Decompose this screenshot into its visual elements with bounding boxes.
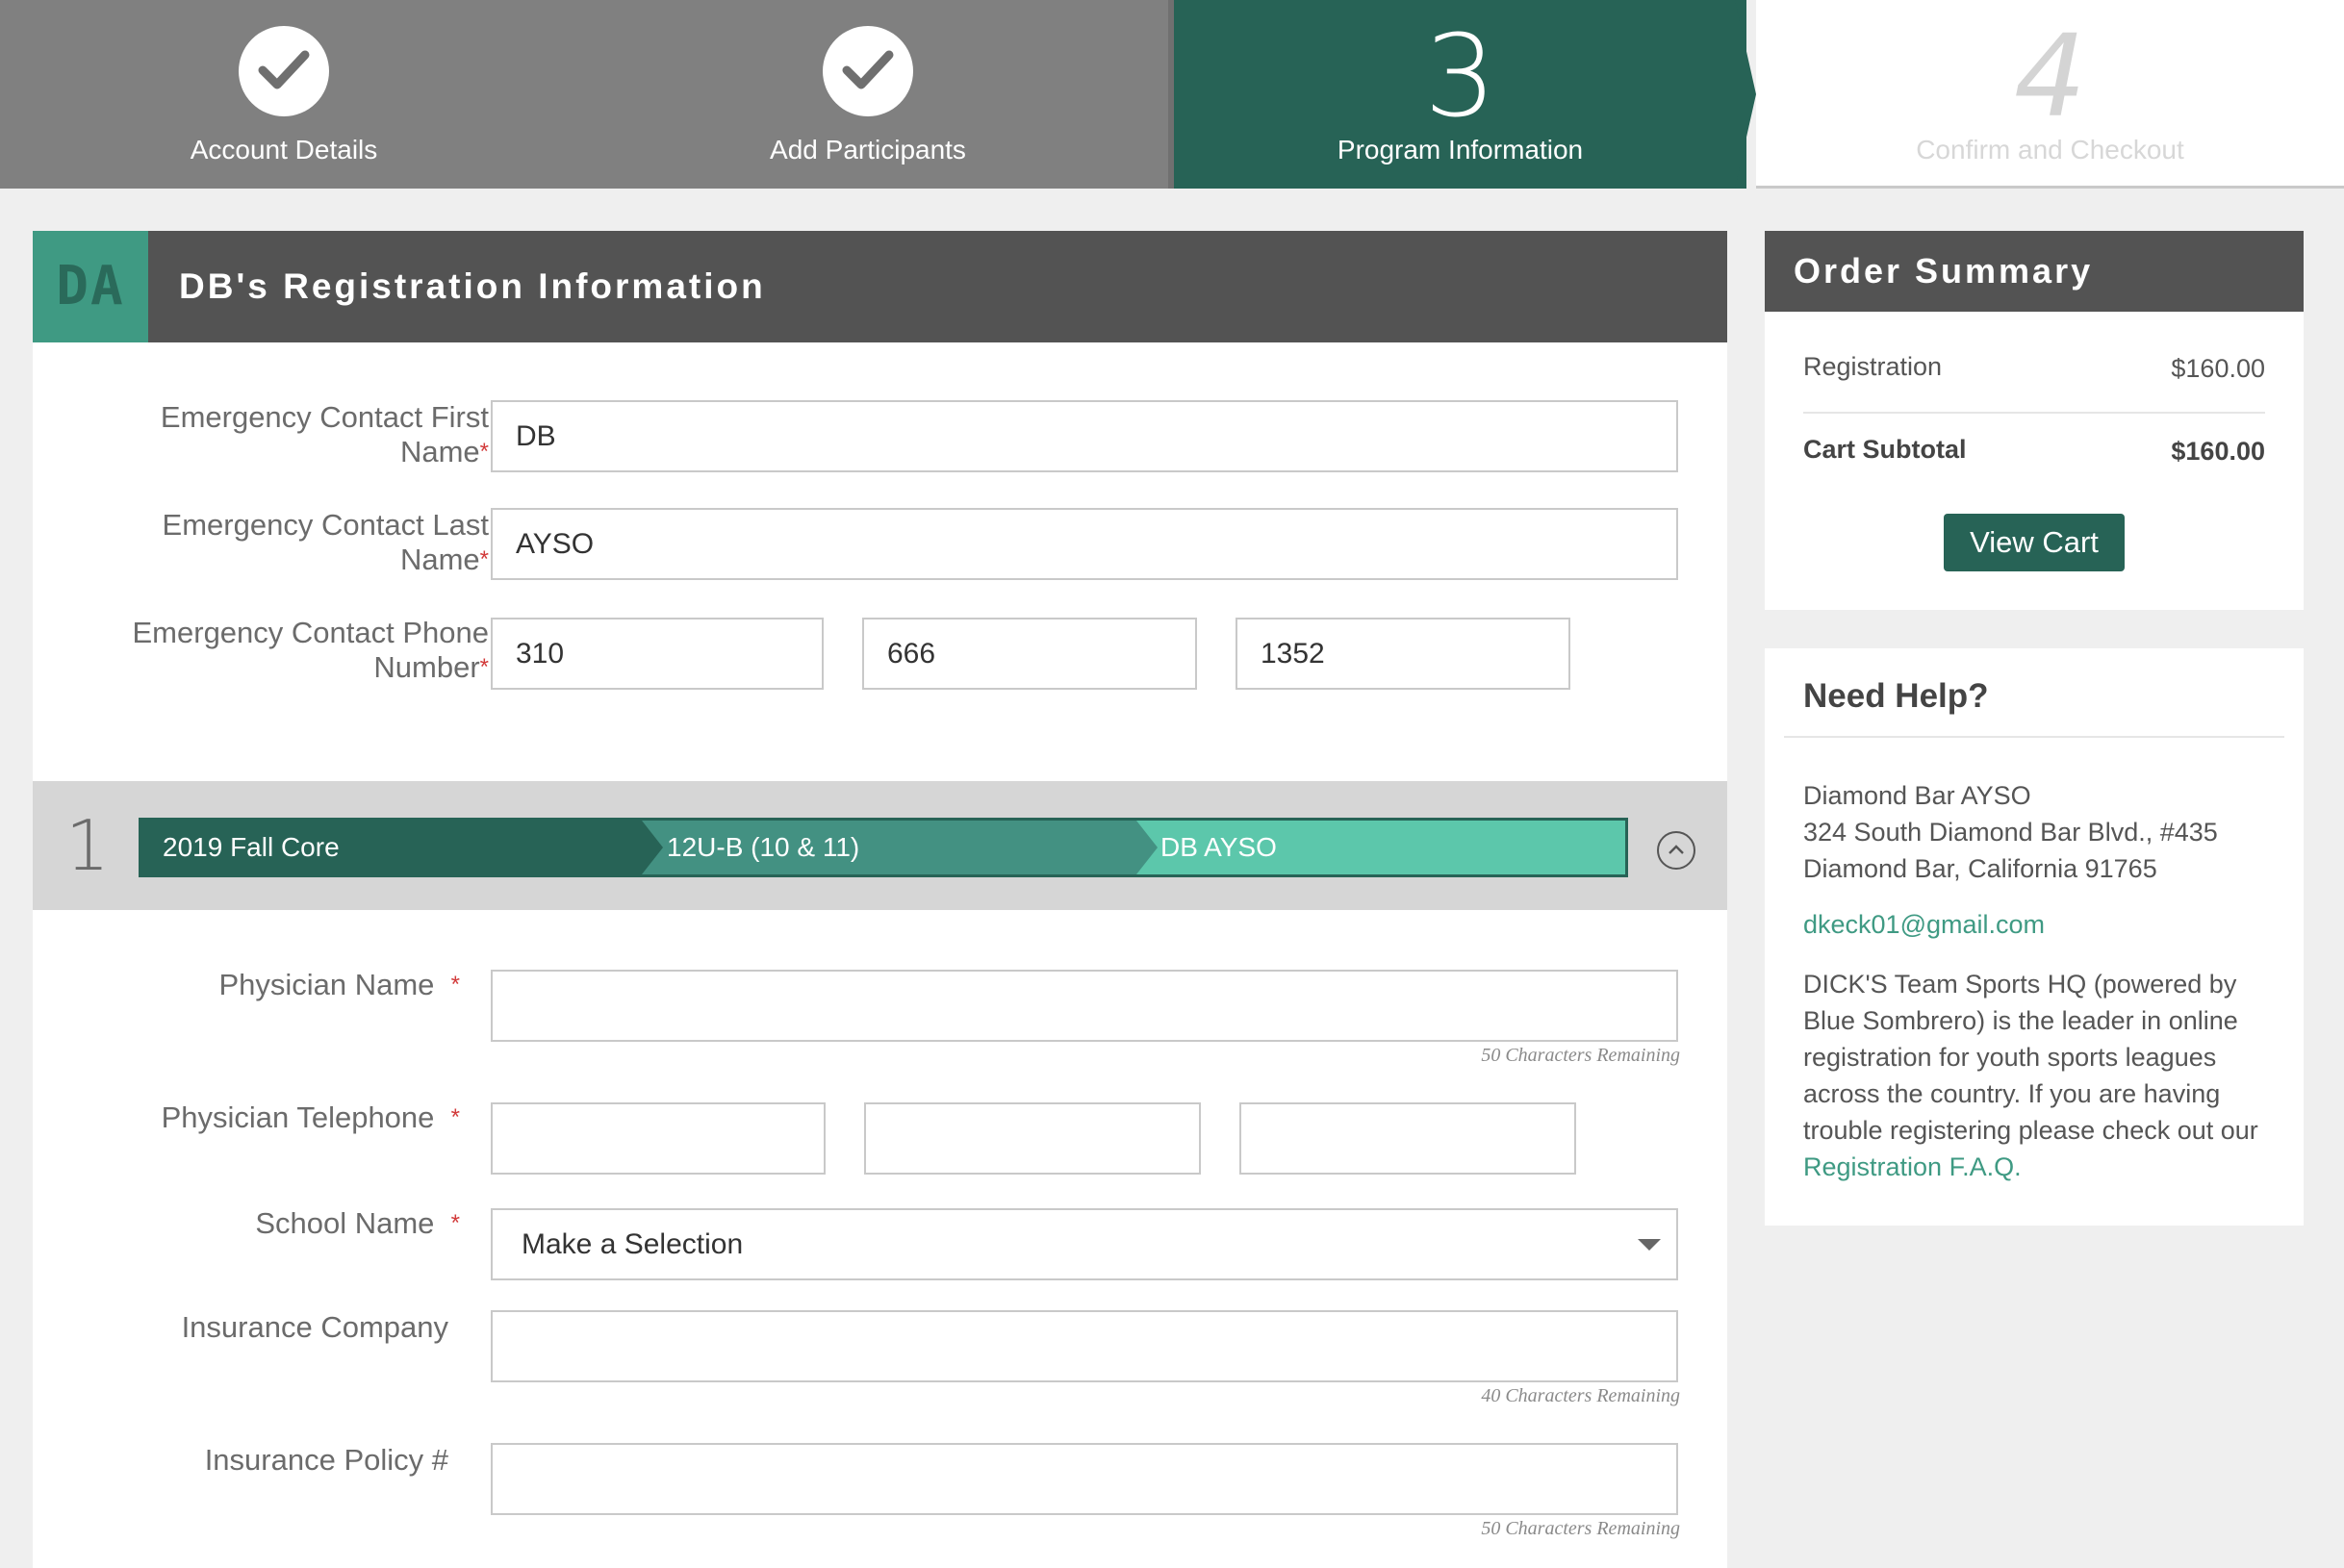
current-step-arrow	[1735, 0, 1756, 189]
school-name-label: School Name *	[255, 1206, 460, 1240]
crumb-arrow	[642, 821, 663, 874]
emergency-first-name-label: Emergency Contact First Name*	[160, 400, 489, 468]
insurance-company-label: Insurance Company	[181, 1310, 448, 1344]
need-help-panel: Need Help? Diamond Bar AYSO 324 South Di…	[1765, 648, 2304, 1226]
checkmark-icon	[239, 26, 329, 116]
step-label: Add Participants	[770, 135, 966, 164]
required-marker: *	[450, 972, 460, 998]
characters-remaining: 50 Characters Remaining	[1481, 1518, 1680, 1539]
step-label: Account Details	[190, 135, 378, 164]
emergency-last-name-input[interactable]: AYSO	[491, 508, 1678, 580]
program-index: 1	[65, 805, 110, 886]
divider	[1803, 412, 2265, 414]
step-label: Program Information	[1337, 135, 1584, 164]
view-cart-button[interactable]: View Cart	[1944, 514, 2125, 571]
physician-phone-line-input[interactable]	[1239, 1102, 1576, 1175]
step-number: 4	[2013, 10, 2087, 142]
step-add-participants[interactable]: Add Participants	[568, 0, 1174, 189]
cart-subtotal-label: Cart Subtotal	[1803, 435, 1967, 464]
emergency-last-name-label: Emergency Contact Last Name*	[162, 508, 489, 576]
order-summary-header: Order Summary	[1765, 231, 2304, 312]
physician-name-label: Physician Name *	[218, 968, 460, 1001]
chevron-up-icon	[1669, 845, 1684, 854]
caret-down-icon	[1638, 1239, 1661, 1251]
step-label: Confirm and Checkout	[1916, 135, 2184, 164]
insurance-policy-input[interactable]	[491, 1443, 1678, 1515]
page-title: DB's Registration Information	[179, 266, 766, 306]
school-name-select[interactable]: Make a Selection	[491, 1208, 1678, 1280]
divider	[1784, 736, 2284, 738]
contact-email-link[interactable]: dkeck01@gmail.com	[1803, 910, 2045, 940]
address-line-2: Diamond Bar, California 91765	[1803, 854, 2157, 883]
order-summary-panel: Order Summary Registration $160.00 Cart …	[1765, 231, 2304, 610]
emergency-phone-area-input[interactable]: 310	[491, 618, 824, 690]
required-marker: *	[479, 654, 489, 680]
order-summary-title: Order Summary	[1794, 251, 2094, 291]
emergency-phone-label: Emergency Contact Phone Number*	[132, 616, 490, 684]
help-description: DICK'S Team Sports HQ (powered by Blue S…	[1803, 966, 2275, 1185]
checkout-progress: Account Details Add Participants 3 Progr…	[0, 0, 2344, 189]
step-number: 3	[1423, 10, 1497, 142]
program-row: 1 DB AYSO 12U-B (10 & 11) 2019 Fall Core	[33, 781, 1727, 910]
school-name-selected-value: Make a Selection	[522, 1228, 744, 1260]
required-marker: *	[450, 1210, 460, 1236]
form-header: DA DB's Registration Information	[33, 231, 1727, 342]
address-line-1: 324 South Diamond Bar Blvd., #435	[1803, 818, 2218, 847]
step-account-details[interactable]: Account Details	[0, 0, 568, 189]
help-text: DICK'S Team Sports HQ (powered by Blue S…	[1803, 970, 2258, 1145]
physician-telephone-label: Physician Telephone *	[161, 1100, 460, 1134]
checkmark-icon	[823, 26, 913, 116]
participant-avatar: DA	[33, 231, 148, 342]
program-breadcrumb: DB AYSO 12U-B (10 & 11) 2019 Fall Core	[139, 818, 1628, 877]
required-marker: *	[479, 439, 489, 465]
organization-address: Diamond Bar AYSO 324 South Diamond Bar B…	[1803, 777, 2218, 887]
insurance-policy-label: Insurance Policy #	[204, 1443, 448, 1477]
insurance-company-input[interactable]	[491, 1310, 1678, 1382]
cart-subtotal-amount: $160.00	[2171, 437, 2265, 466]
physician-name-input[interactable]	[491, 970, 1678, 1042]
required-marker: *	[479, 546, 489, 572]
registration-label: Registration	[1803, 352, 1943, 381]
cart-subtotal-line: Cart Subtotal $160.00	[1803, 435, 2265, 466]
emergency-phone-line-input[interactable]: 1352	[1236, 618, 1570, 690]
registration-faq-link[interactable]: Registration F.A.Q.	[1803, 1152, 2022, 1181]
required-marker: *	[450, 1104, 460, 1130]
need-help-title: Need Help?	[1803, 677, 1989, 715]
characters-remaining: 50 Characters Remaining	[1481, 1045, 1680, 1066]
registration-line: Registration $160.00	[1803, 352, 2265, 383]
step-confirm-checkout: 4 Confirm and Checkout	[1756, 0, 2344, 189]
emergency-first-name-input[interactable]: DB	[491, 400, 1678, 472]
emergency-phone-prefix-input[interactable]: 666	[862, 618, 1197, 690]
physician-phone-area-input[interactable]	[491, 1102, 826, 1175]
registration-amount: $160.00	[2171, 354, 2265, 383]
organization-name: Diamond Bar AYSO	[1803, 781, 2031, 810]
physician-phone-prefix-input[interactable]	[864, 1102, 1201, 1175]
step-program-information: 3 Program Information	[1174, 0, 1746, 189]
crumb-arrow	[1136, 821, 1158, 874]
registration-form: DA DB's Registration Information Emergen…	[33, 231, 1727, 1568]
program-crumb-season: 2019 Fall Core	[141, 821, 642, 874]
collapse-toggle-button[interactable]	[1657, 831, 1695, 870]
characters-remaining: 40 Characters Remaining	[1481, 1385, 1680, 1406]
